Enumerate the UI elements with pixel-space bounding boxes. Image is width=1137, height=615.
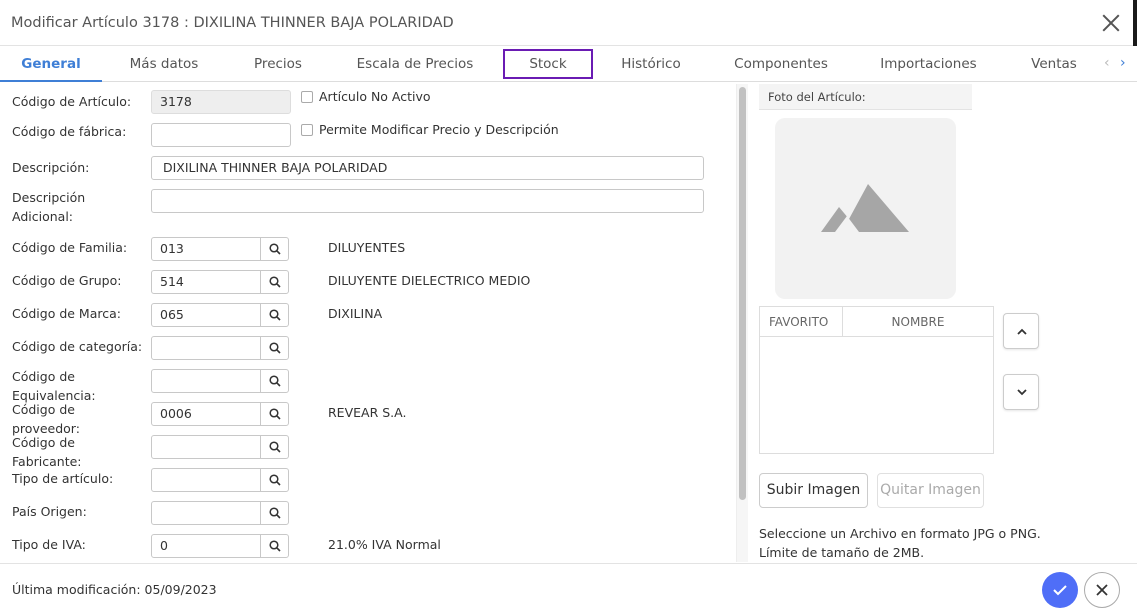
familia-input[interactable]: 013 xyxy=(151,237,261,261)
tipo-articulo-search-button[interactable] xyxy=(260,468,289,492)
permite-modificar-checkbox[interactable] xyxy=(301,124,313,136)
search-icon xyxy=(269,375,281,387)
search-icon xyxy=(269,243,281,255)
form-scrollbar-thumb[interactable] xyxy=(739,87,746,500)
search-icon xyxy=(269,474,281,486)
descripcion-input[interactable]: DIXILINA THINNER BAJA POLARIDAD xyxy=(151,156,704,180)
fabricante-label-1: Código de xyxy=(12,435,75,450)
search-icon xyxy=(269,540,281,552)
search-icon xyxy=(269,309,281,321)
remove-image-button[interactable]: Quitar Imagen xyxy=(877,473,984,508)
tipo-iva-input[interactable]: 0 xyxy=(151,534,261,558)
dialog-footer: Última modificación: 05/09/2023 xyxy=(0,563,1137,615)
tab-escala-precios[interactable]: Escala de Precios xyxy=(345,46,485,82)
grupo-input[interactable]: 514 xyxy=(151,270,261,294)
pais-origen-input[interactable] xyxy=(151,501,261,525)
col-nombre: NOMBRE xyxy=(843,307,993,337)
descripcion-label: Descripción: xyxy=(12,160,90,175)
marca-input[interactable]: 065 xyxy=(151,303,261,327)
search-icon xyxy=(269,441,281,453)
check-icon xyxy=(1053,585,1067,596)
tab-mas-datos[interactable]: Más datos xyxy=(114,46,214,82)
cancel-button[interactable] xyxy=(1084,572,1120,608)
upload-image-button[interactable]: Subir Imagen xyxy=(759,473,868,508)
search-icon xyxy=(269,342,281,354)
proveedor-input[interactable]: 0006 xyxy=(151,402,261,426)
familia-desc: DILUYENTES xyxy=(328,240,406,255)
equivalencia-label-1: Código de xyxy=(12,369,75,384)
proveedor-label-1: Código de xyxy=(12,402,75,417)
fabricante-input[interactable] xyxy=(151,435,261,459)
grupo-label: Código de Grupo: xyxy=(12,273,122,288)
col-favorito: FAVORITO xyxy=(760,307,843,337)
tab-precios[interactable]: Precios xyxy=(228,46,328,82)
window-edge xyxy=(1133,0,1137,46)
permite-modificar-label: Permite Modificar Precio y Descripción xyxy=(319,122,559,137)
proveedor-desc: REVEAR S.A. xyxy=(328,405,407,420)
tab-bar: General Más datos Precios Escala de Prec… xyxy=(0,46,1137,82)
codigo-articulo-label: Código de Artículo: xyxy=(12,94,132,109)
pais-origen-search-button[interactable] xyxy=(260,501,289,525)
close-icon[interactable] xyxy=(1100,12,1122,34)
photo-placeholder xyxy=(775,118,956,299)
fabricante-search-button[interactable] xyxy=(260,435,289,459)
search-icon xyxy=(269,408,281,420)
familia-label: Código de Familia: xyxy=(12,240,128,255)
equivalencia-input[interactable] xyxy=(151,369,261,393)
tabs-next-icon[interactable]: › xyxy=(1120,55,1126,71)
close-icon xyxy=(1096,584,1108,596)
last-modified: Última modificación: 05/09/2023 xyxy=(12,582,217,597)
tab-ventas[interactable]: Ventas xyxy=(1020,46,1088,82)
tipo-articulo-label: Tipo de artículo: xyxy=(12,471,114,486)
fabricante-label-2: Fabricante: xyxy=(12,454,82,469)
tipo-iva-desc: 21.0% IVA Normal xyxy=(328,537,441,552)
equivalencia-search-button[interactable] xyxy=(260,369,289,393)
upload-hint-size: Límite de tamaño de 2MB. xyxy=(759,545,925,560)
tab-stock[interactable]: Stock xyxy=(502,46,594,82)
categoria-search-button[interactable] xyxy=(260,336,289,360)
tab-componentes[interactable]: Componentes xyxy=(723,46,839,82)
chevron-up-icon xyxy=(1017,328,1027,335)
image-placeholder-icon xyxy=(821,184,909,232)
tipo-iva-label: Tipo de IVA: xyxy=(12,537,86,552)
familia-search-button[interactable] xyxy=(260,237,289,261)
descripcion-adicional-input[interactable] xyxy=(151,189,704,213)
tab-stock-label: Stock xyxy=(503,49,593,79)
move-down-button[interactable] xyxy=(1003,374,1039,410)
tipo-iva-search-button[interactable] xyxy=(260,534,289,558)
pais-origen-label: País Origen: xyxy=(12,504,87,519)
marca-label: Código de Marca: xyxy=(12,306,121,321)
codigo-articulo-input[interactable]: 3178 xyxy=(151,90,291,114)
search-icon xyxy=(269,276,281,288)
tab-importaciones[interactable]: Importaciones xyxy=(868,46,989,82)
tabs-prev-icon[interactable]: ‹ xyxy=(1104,55,1110,71)
no-activo-label: Artículo No Activo xyxy=(319,89,431,104)
search-icon xyxy=(269,507,281,519)
categoria-input[interactable] xyxy=(151,336,261,360)
grupo-desc: DILUYENTE DIELECTRICO MEDIO xyxy=(328,273,531,288)
confirm-button[interactable] xyxy=(1042,572,1078,608)
tab-general[interactable]: General xyxy=(0,46,102,82)
move-up-button[interactable] xyxy=(1003,313,1039,349)
foto-header: Foto del Artículo: xyxy=(759,84,972,110)
tab-historico[interactable]: Histórico xyxy=(605,46,697,82)
grupo-search-button[interactable] xyxy=(260,270,289,294)
descripcion-adicional-label-2: Adicional: xyxy=(12,209,73,224)
no-activo-checkbox[interactable] xyxy=(301,91,313,103)
proveedor-search-button[interactable] xyxy=(260,402,289,426)
images-table: FAVORITO NOMBRE xyxy=(759,306,994,454)
descripcion-adicional-label-1: Descripción xyxy=(12,190,86,205)
codigo-fabrica-input[interactable] xyxy=(151,123,291,147)
dialog-title: Modificar Artículo 3178 : DIXILINA THINN… xyxy=(11,15,454,31)
tipo-articulo-input[interactable] xyxy=(151,468,261,492)
marca-desc: DIXILINA xyxy=(328,306,383,321)
dialog-header: Modificar Artículo 3178 : DIXILINA THINN… xyxy=(0,0,1137,46)
upload-hint-format: Seleccione un Archivo en formato JPG o P… xyxy=(759,526,1041,541)
categoria-label: Código de categoría: xyxy=(12,339,143,354)
codigo-fabrica-label: Código de fábrica: xyxy=(12,124,127,139)
marca-search-button[interactable] xyxy=(260,303,289,327)
chevron-down-icon xyxy=(1017,389,1027,396)
